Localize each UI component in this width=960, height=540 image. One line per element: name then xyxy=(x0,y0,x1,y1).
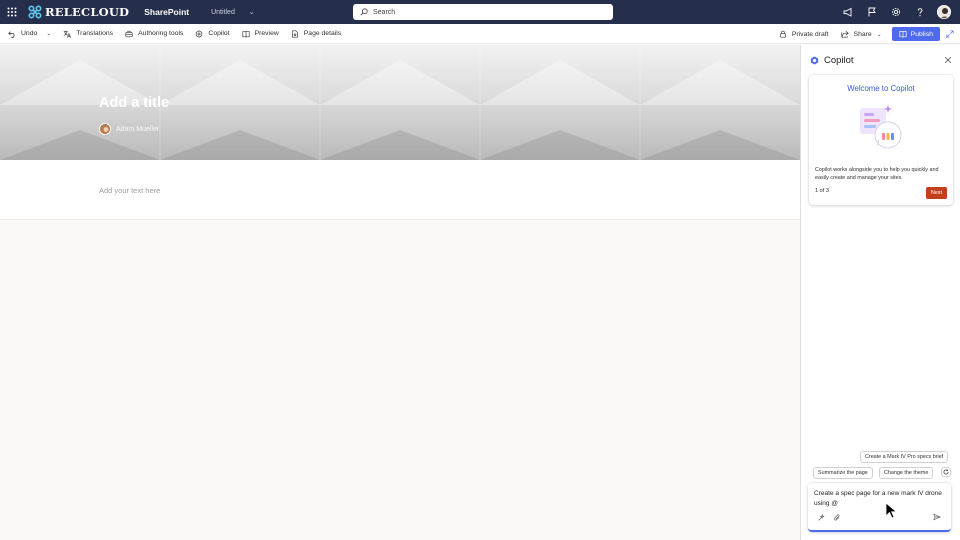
preview-label: Preview xyxy=(254,30,279,37)
page-settings-icon xyxy=(292,29,298,38)
relecloud-logo[interactable]: RELECLOUD xyxy=(28,5,129,19)
page-details-button[interactable]: Page details xyxy=(285,24,347,44)
chevron-down-icon: ⌄ xyxy=(248,9,255,16)
user-avatar-icon xyxy=(940,8,950,18)
text-web-part[interactable]: Add your text here xyxy=(0,160,800,220)
share-label: Share xyxy=(853,30,872,38)
translations-button[interactable]: Translations xyxy=(57,24,119,44)
suggestion-summarize[interactable]: Summarize the page xyxy=(813,467,873,479)
search-icon xyxy=(360,8,368,16)
step-counter: 1 of 3 xyxy=(815,188,829,194)
copilot-label: Copilot xyxy=(208,30,230,37)
translate-icon xyxy=(63,30,72,38)
welcome-description: Copilot works alongside you to help you … xyxy=(815,167,939,181)
title-area[interactable]: Add a title Adam Mueller xyxy=(0,45,800,160)
next-button[interactable]: Next xyxy=(925,187,947,199)
compose-input[interactable]: Create a spec page for a new mark IV dro… xyxy=(814,489,944,509)
app-launcher-icon[interactable] xyxy=(0,0,24,24)
search-box[interactable]: Search xyxy=(353,4,613,20)
authoring-tools-icon xyxy=(125,30,133,37)
welcome-title: Welcome to Copilot xyxy=(847,84,915,93)
account-avatar[interactable] xyxy=(932,0,956,24)
suggestion-specs-brief[interactable]: Create a Mark IV Pro specs brief xyxy=(860,451,949,463)
authoring-tools-label: Authoring tools xyxy=(138,30,184,37)
welcome-card: Welcome to Copilot Copilot works alongsi… xyxy=(809,75,953,205)
copilot-logo-icon xyxy=(810,56,819,65)
megaphone-icon[interactable] xyxy=(836,0,860,24)
authoring-tools-button[interactable]: Authoring tools xyxy=(119,24,189,44)
preview-button[interactable]: Preview xyxy=(236,24,285,44)
close-icon[interactable] xyxy=(944,56,952,64)
page-name: Untitled xyxy=(211,8,235,16)
refresh-icon xyxy=(943,469,949,475)
page-title-placeholder[interactable]: Add a title xyxy=(99,95,169,111)
attach-icon[interactable] xyxy=(833,514,841,522)
help-icon[interactable] xyxy=(908,0,932,24)
publish-label: Publish xyxy=(910,30,933,38)
private-draft-status: Private draft xyxy=(773,24,835,44)
chevron-down-icon: ⌄ xyxy=(876,31,882,38)
suite-bar: RELECLOUD SharePoint Untitled ⌄ Search xyxy=(0,0,960,24)
author-avatar-icon xyxy=(100,125,110,134)
page-canvas: Add a title Adam Mueller Add your text h… xyxy=(0,45,800,540)
copilot-title: Copilot xyxy=(824,55,854,66)
share-icon xyxy=(841,30,849,38)
lock-icon xyxy=(780,30,786,38)
gear-icon[interactable] xyxy=(884,0,908,24)
book-icon xyxy=(242,30,250,38)
copilot-pane: Copilot Welcome to Copilot Copilot works… xyxy=(800,45,960,540)
private-draft-label: Private draft xyxy=(791,30,829,38)
copilot-button[interactable]: Copilot xyxy=(189,24,235,44)
chevron-down-icon[interactable]: ⌄ xyxy=(46,30,51,37)
undo-icon xyxy=(8,30,15,38)
text-placeholder: Add your text here xyxy=(99,186,161,195)
command-bar: Undo ⌄ Translations Authoring tools Copi… xyxy=(0,24,960,44)
page-name-menu[interactable]: Untitled ⌄ xyxy=(211,8,255,17)
undo-button[interactable]: Undo ⌄ xyxy=(0,24,57,44)
translations-label: Translations xyxy=(76,30,114,37)
copilot-header: Copilot xyxy=(810,55,854,66)
brand-name: RELECLOUD xyxy=(45,5,130,19)
send-icon[interactable] xyxy=(933,513,941,521)
sparkle-prompts-icon[interactable] xyxy=(817,514,825,522)
author-name: Adam Mueller xyxy=(116,125,160,133)
author-avatar xyxy=(99,123,111,135)
search-placeholder: Search xyxy=(373,8,396,16)
share-button[interactable]: Share ⌄ xyxy=(835,24,888,44)
copilot-icon xyxy=(196,29,203,38)
suggestion-change-theme[interactable]: Change the theme xyxy=(879,467,934,479)
expand-icon[interactable] xyxy=(940,30,960,38)
copilot-compose-box[interactable]: Create a spec page for a new mark IV dro… xyxy=(808,483,951,532)
flag-icon[interactable] xyxy=(860,0,884,24)
copilot-welcome-illustration xyxy=(860,105,902,149)
refresh-suggestions-button[interactable] xyxy=(941,467,951,477)
author-byline[interactable]: Adam Mueller xyxy=(99,123,159,135)
app-name[interactable]: SharePoint xyxy=(144,7,189,17)
undo-label: Undo xyxy=(21,30,38,37)
relecloud-logo-icon xyxy=(28,5,42,19)
publish-button[interactable]: Publish xyxy=(891,27,940,41)
publish-icon xyxy=(899,31,907,38)
mouse-cursor-icon xyxy=(885,502,898,519)
page-details-label: Page details xyxy=(303,30,342,37)
